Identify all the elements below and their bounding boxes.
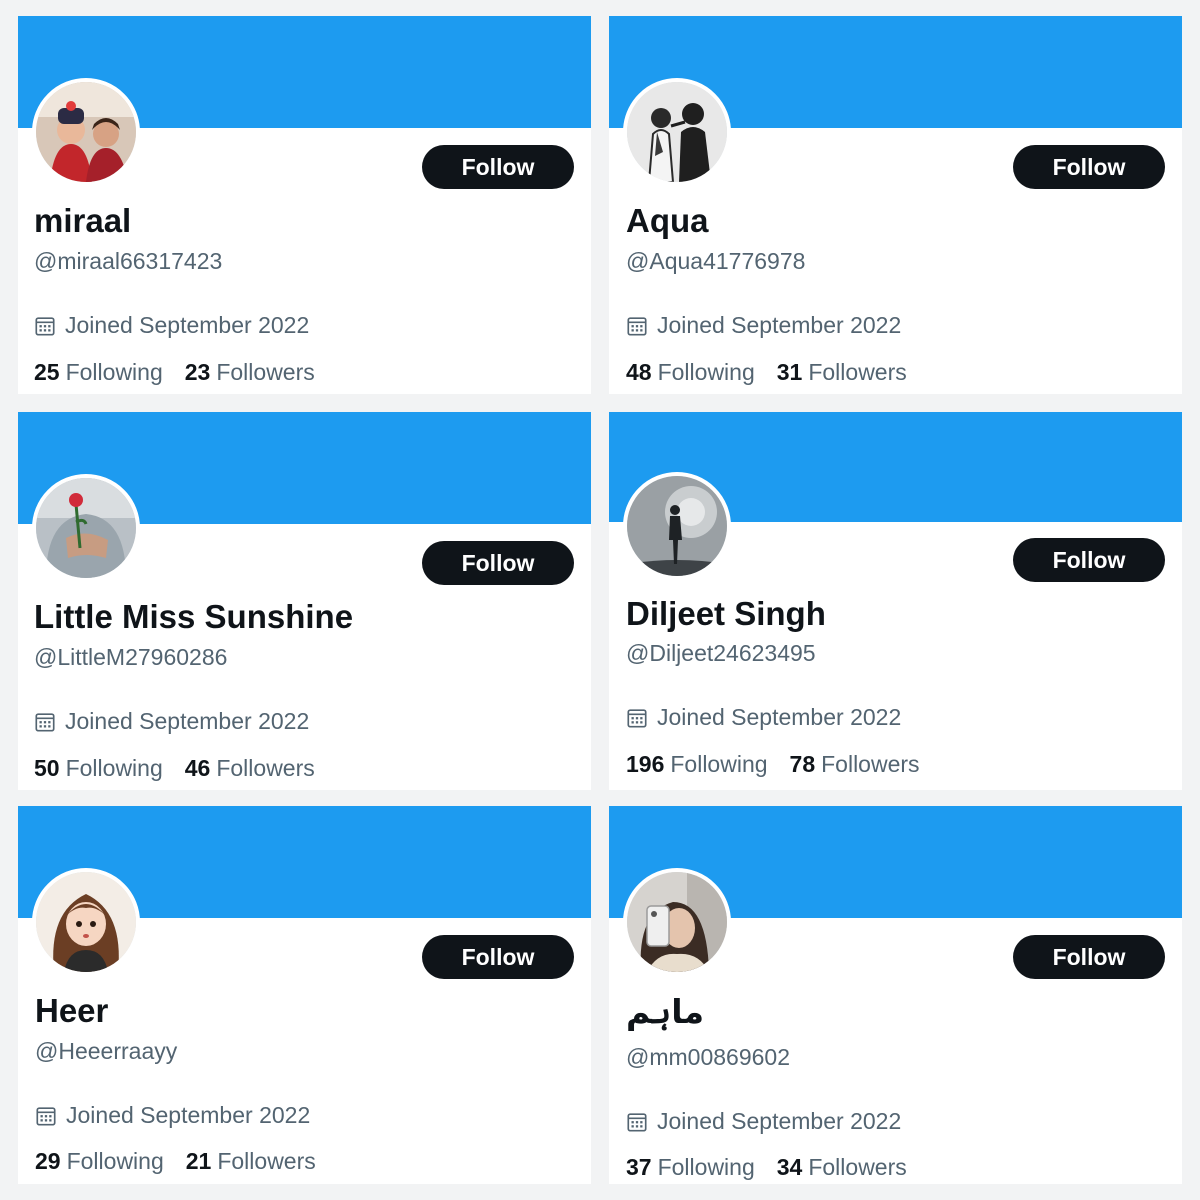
profile-card: Follow Heer @Heeerraayy Joined September… [18,806,591,1184]
followers-count: 21 [185,1148,212,1174]
joined-text: Joined September 2022 [657,704,902,730]
follow-button[interactable]: Follow [422,935,574,979]
followers-label: Followers [216,359,315,385]
follow-button[interactable]: Follow [1013,935,1165,979]
joined-text: Joined September 2022 [657,312,902,338]
avatar-image [627,872,727,972]
following-label: Following [66,1148,164,1174]
calendar-icon [35,712,55,732]
calendar-icon [627,1112,647,1132]
calendar-icon [627,316,647,336]
avatar-image [627,476,727,576]
username-handle: @Heeerraayy [35,1038,178,1064]
follow-stats: 50 Following 46 Followers [34,755,337,782]
joined-text: Joined September 2022 [65,708,310,734]
avatar-image [36,478,136,578]
username-handle: @Aqua41776978 [626,248,806,274]
follow-stats: 25 Following 23 Followers [34,359,337,386]
avatar-image [36,872,136,972]
following-link[interactable]: 29 Following [35,1148,164,1175]
display-name: ماہم [626,992,705,1031]
following-link[interactable]: 196 Following [626,751,768,778]
joined-date: Joined September 2022 [626,704,901,731]
followers-link[interactable]: 46 Followers [185,755,315,782]
username-handle: @Diljeet24623495 [626,640,816,666]
following-count: 196 [626,751,665,777]
avatar-image [36,82,136,182]
joined-date: Joined September 2022 [626,312,901,339]
follow-button[interactable]: Follow [422,145,574,189]
followers-link[interactable]: 34 Followers [777,1154,907,1181]
display-name: Little Miss Sunshine [34,598,354,635]
follow-button[interactable]: Follow [1013,538,1165,582]
follow-stats: 29 Following 21 Followers [35,1148,338,1175]
display-name: Diljeet Singh [626,595,826,632]
following-label: Following [65,359,163,385]
following-label: Following [670,751,768,777]
followers-label: Followers [217,1148,316,1174]
followers-count: 23 [184,359,211,385]
following-link[interactable]: 25 Following [34,359,163,386]
avatar[interactable] [32,474,140,582]
following-count: 37 [626,1154,652,1180]
followers-link[interactable]: 21 Followers [186,1148,316,1175]
joined-text: Joined September 2022 [657,1108,902,1134]
profile-card: Follow ماہم @mm00869602 Joined September… [609,806,1182,1184]
joined-text: Joined September 2022 [65,312,310,338]
follow-stats: 196 Following 78 Followers [626,751,942,778]
following-count: 29 [35,1148,61,1174]
profile-card: Follow Diljeet Singh @Diljeet24623495 Jo… [609,412,1182,790]
followers-label: Followers [808,359,907,385]
followers-link[interactable]: 23 Followers [185,359,315,386]
profile-card: Follow miraal @miraal66317423 Joined Sep… [18,16,591,394]
following-link[interactable]: 48 Following [626,359,755,386]
following-count: 48 [626,359,652,385]
avatar[interactable] [623,868,731,976]
following-label: Following [657,1154,755,1180]
joined-date: Joined September 2022 [626,1108,901,1135]
display-name: Aqua [626,202,709,239]
followers-count: 46 [184,755,211,781]
follow-stats: 37 Following 34 Followers [626,1154,929,1181]
followers-count: 34 [776,1154,803,1180]
followers-link[interactable]: 31 Followers [777,359,907,386]
following-label: Following [65,755,163,781]
avatar-image [627,82,727,182]
profile-card: Follow Aqua @Aqua41776978 Joined Septemb… [609,16,1182,394]
followers-label: Followers [821,751,920,777]
followers-label: Followers [216,755,315,781]
username-handle: @LittleM27960286 [34,644,228,670]
followers-count: 31 [776,359,803,385]
avatar[interactable] [623,472,731,580]
joined-date: Joined September 2022 [34,312,309,339]
avatar[interactable] [32,868,140,976]
username-handle: @miraal66317423 [34,248,223,274]
following-link[interactable]: 50 Following [34,755,163,782]
followers-link[interactable]: 78 Followers [790,751,920,778]
joined-text: Joined September 2022 [66,1102,311,1128]
followers-label: Followers [808,1154,907,1180]
avatar[interactable] [32,78,140,186]
follow-stats: 48 Following 31 Followers [626,359,929,386]
calendar-icon [36,1106,56,1126]
following-count: 25 [34,359,60,385]
avatar[interactable] [623,78,731,186]
username-handle: @mm00869602 [626,1044,790,1070]
display-name: miraal [34,202,132,239]
following-label: Following [657,359,755,385]
following-link[interactable]: 37 Following [626,1154,755,1181]
joined-date: Joined September 2022 [35,1102,310,1129]
calendar-icon [627,708,647,728]
followers-count: 78 [789,751,816,777]
follow-button[interactable]: Follow [1013,145,1165,189]
joined-date: Joined September 2022 [34,708,309,735]
follow-button[interactable]: Follow [422,541,574,585]
following-count: 50 [34,755,60,781]
display-name: Heer [35,992,109,1029]
profile-card: Follow Little Miss Sunshine @LittleM2796… [18,412,591,790]
calendar-icon [35,316,55,336]
